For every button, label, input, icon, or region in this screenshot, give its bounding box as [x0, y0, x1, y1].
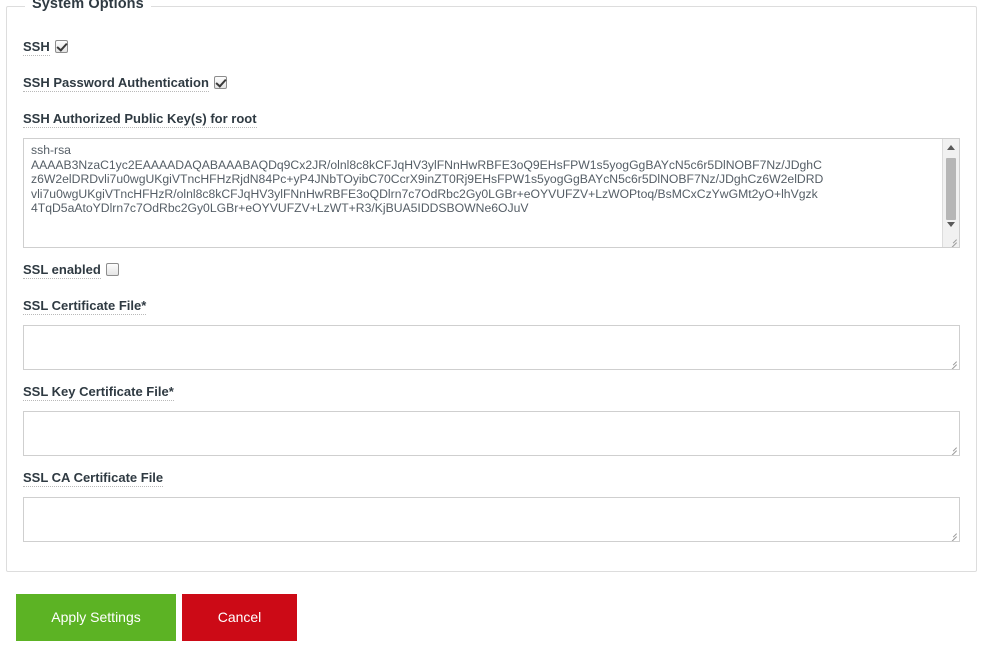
ssl-key-certificate-file-value [24, 412, 959, 455]
ssl-ca-certificate-file-textarea[interactable] [23, 497, 960, 542]
scroll-down-arrow-icon[interactable] [943, 216, 959, 232]
ssh-authorized-keys-scrollbar[interactable] [942, 139, 959, 247]
ssl-enabled-row: SSL enabled [23, 262, 960, 280]
ssl-key-certificate-file-label-row: SSL Key Certificate File* [23, 384, 960, 402]
ssh-password-auth-row: SSH Password Authentication [23, 75, 960, 93]
ssh-password-auth-checkbox[interactable] [213, 76, 227, 90]
system-options-fieldset: System Options SSH SSH Password Authenti… [6, 0, 977, 572]
cancel-button[interactable]: Cancel [182, 594, 297, 641]
ssl-certificate-file-label-row: SSL Certificate File* [23, 298, 960, 316]
apply-settings-button[interactable]: Apply Settings [16, 594, 176, 641]
scrollbar-thumb[interactable] [946, 158, 956, 220]
scroll-up-arrow-icon[interactable] [943, 139, 959, 155]
fieldset-content: SSH SSH Password Authentication SSH Auth… [7, 7, 976, 571]
ssh-authorized-keys-label-row: SSH Authorized Public Key(s) for root [23, 111, 960, 129]
ssh-row: SSH [23, 39, 960, 57]
ssl-ca-certificate-file-value [24, 498, 959, 541]
ssl-ca-certificate-file-label-row: SSL CA Certificate File [23, 470, 960, 488]
system-options-page: System Options SSH SSH Password Authenti… [0, 0, 997, 665]
ssl-certificate-file-textarea[interactable] [23, 325, 960, 370]
ssh-password-auth-label: SSH Password Authentication [23, 75, 209, 93]
ssh-checkbox[interactable] [54, 40, 68, 54]
ssl-ca-certificate-file-label: SSL CA Certificate File [23, 470, 164, 488]
ssl-enabled-checkbox[interactable] [105, 263, 119, 277]
ssl-certificate-file-value [24, 326, 959, 369]
ssh-label: SSH [23, 39, 50, 57]
ssh-authorized-keys-textarea[interactable]: ssh-rsa AAAAB3NzaC1yc2EAAAADAQABAAABAQDq… [23, 138, 960, 248]
ssl-enabled-label: SSL enabled [23, 262, 101, 280]
ssl-key-certificate-file-label: SSL Key Certificate File* [23, 384, 174, 402]
ssl-key-certificate-file-textarea[interactable] [23, 411, 960, 456]
ssh-authorized-keys-value: ssh-rsa AAAAB3NzaC1yc2EAAAADAQABAAABAQDq… [31, 143, 824, 216]
resize-grip-icon[interactable] [945, 355, 958, 368]
resize-grip-icon[interactable] [945, 441, 958, 454]
resize-grip-icon[interactable] [945, 527, 958, 540]
ssh-authorized-keys-label: SSH Authorized Public Key(s) for root [23, 111, 257, 129]
ssl-certificate-file-label: SSL Certificate File* [23, 298, 147, 316]
form-action-bar: Apply Settings Cancel [16, 594, 297, 641]
resize-grip-icon[interactable] [945, 233, 958, 246]
